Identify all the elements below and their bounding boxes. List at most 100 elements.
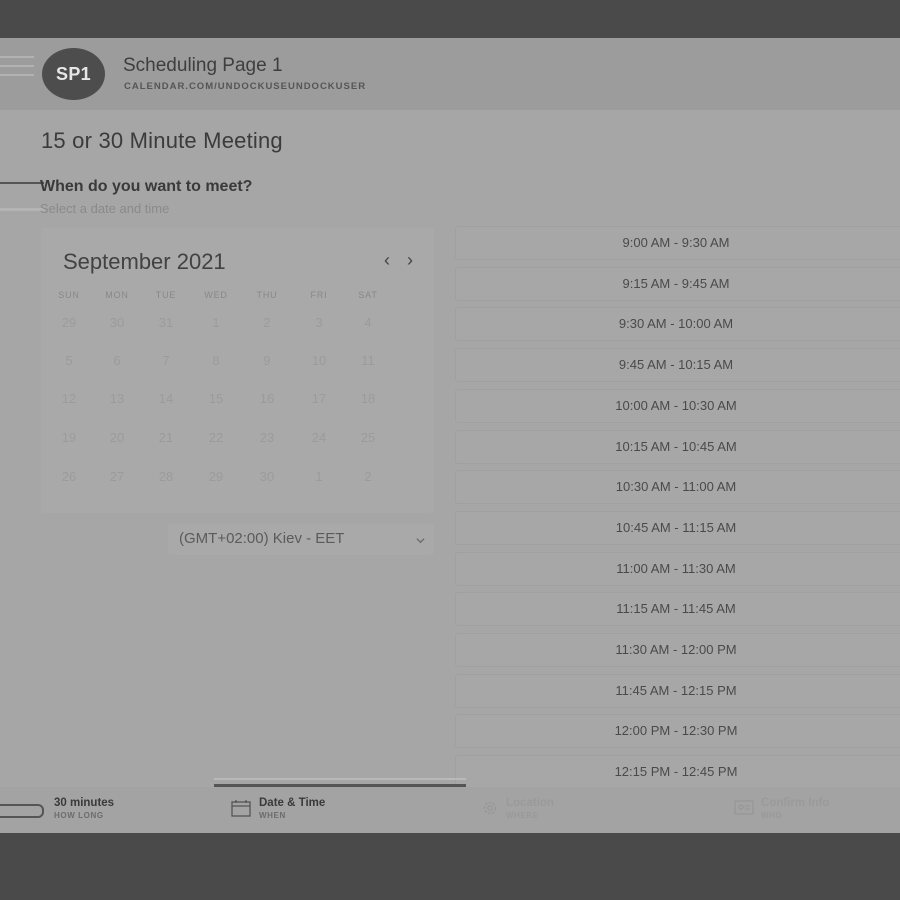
time-slot-label: 9:15 AM - 9:45 AM <box>622 275 730 291</box>
time-slot-button[interactable]: 12:15 PM - 12:45 PM <box>455 755 900 790</box>
weekday-header: MON <box>105 290 129 300</box>
scheduling-page-title: Scheduling Page 1 <box>123 55 283 76</box>
time-slot-button[interactable]: 10:30 AM - 11:00 AM <box>455 470 900 505</box>
step-label: Confirm Info <box>761 797 830 809</box>
gear-icon <box>483 801 497 815</box>
time-slot-button[interactable]: 9:45 AM - 10:15 AM <box>455 348 900 383</box>
calendar-day[interactable]: 29 <box>49 312 89 334</box>
calendar-day[interactable]: 22 <box>196 427 236 449</box>
calendar-day[interactable]: 15 <box>196 388 236 410</box>
weekday-header: SUN <box>58 290 80 300</box>
question-heading: When do you want to meet? <box>40 178 253 195</box>
calendar-day[interactable]: 23 <box>247 427 287 449</box>
time-slot-label: 10:30 AM - 11:00 AM <box>615 479 737 495</box>
time-slot-label: 9:45 AM - 10:15 AM <box>618 357 734 373</box>
calendar-day[interactable]: 30 <box>247 466 287 488</box>
calendar-icon <box>231 800 251 817</box>
time-slot-label: 10:15 AM - 10:45 AM <box>615 438 737 454</box>
timezone-label: (GMT+02:00) Kiev - EET <box>179 530 345 547</box>
time-slot-button[interactable]: 12:00 PM - 12:30 PM <box>455 714 900 749</box>
progress-divider <box>214 778 466 780</box>
page-header: SP1 Scheduling Page 1 CALENDAR.COM/UNDOC… <box>0 38 900 110</box>
calendar-day[interactable]: 8 <box>196 350 236 372</box>
calendar-day[interactable]: 1 <box>299 466 339 488</box>
timezone-select[interactable]: (GMT+02:00) Kiev - EET <box>168 524 434 555</box>
calendar-day[interactable]: 12 <box>49 388 89 410</box>
scheduling-page-url[interactable]: CALENDAR.COM/UNDOCKUSEUNDOCKUSER <box>124 81 366 92</box>
calendar-day[interactable]: 20 <box>97 427 137 449</box>
calendar-day[interactable]: 30 <box>97 312 137 334</box>
calendar-day[interactable]: 16 <box>247 388 287 410</box>
time-slot-button[interactable]: 11:15 AM - 11:45 AM <box>455 592 900 627</box>
calendar-day[interactable]: 26 <box>49 466 89 488</box>
time-slot-button[interactable]: 11:00 AM - 11:30 AM <box>455 551 900 586</box>
step-sublabel: WHERE <box>506 811 539 820</box>
calendar-day[interactable]: 7 <box>146 350 186 372</box>
time-slot-label: 11:15 AM - 11:45 AM <box>616 601 736 617</box>
calendar-day[interactable]: 28 <box>146 466 186 488</box>
avatar: SP1 <box>42 48 105 100</box>
calendar-day[interactable]: 29 <box>196 466 236 488</box>
calendar-month-label: September 2021 <box>63 249 226 274</box>
calendar-day[interactable]: 13 <box>97 388 137 410</box>
step-location[interactable]: Location WHERE <box>506 797 554 820</box>
time-slot-button[interactable]: 9:00 AM - 9:30 AM <box>455 226 900 260</box>
step-confirm-info[interactable]: Confirm Info WHO <box>761 797 829 820</box>
scheduling-page: SP1 Scheduling Page 1 CALENDAR.COM/UNDOC… <box>0 38 900 833</box>
step-label: 30 minutes <box>54 797 115 809</box>
time-slot-label: 12:00 PM - 12:30 PM <box>614 723 738 739</box>
calendar-day[interactable]: 18 <box>348 388 388 410</box>
calendar-day[interactable]: 1 <box>196 312 236 334</box>
calendar-day[interactable]: 19 <box>49 427 89 449</box>
decorative-line <box>0 182 44 184</box>
question-subtitle: Select a date and time <box>40 201 170 216</box>
weekday-header: THU <box>256 290 278 300</box>
calendar-day[interactable]: 25 <box>348 427 388 449</box>
weekday-header: SAT <box>358 290 378 300</box>
calendar-day[interactable]: 9 <box>247 350 287 372</box>
calendar-day[interactable]: 21 <box>146 427 186 449</box>
previous-month-button[interactable]: ‹ <box>378 250 396 270</box>
time-slot-button[interactable]: 10:45 AM - 11:15 AM <box>455 510 900 545</box>
next-month-button[interactable]: › <box>401 250 419 270</box>
step-date-time[interactable]: Date & Time WHEN <box>259 797 325 820</box>
time-slot-label: 10:00 AM - 10:30 AM <box>615 397 737 413</box>
time-slot-label: 10:45 AM - 11:15 AM <box>615 519 737 535</box>
time-slot-label: 11:30 AM - 12:00 PM <box>615 642 737 657</box>
calendar-day[interactable]: 17 <box>299 388 339 410</box>
time-slot-button[interactable]: 9:30 AM - 10:00 AM <box>455 307 900 342</box>
chevron-down-icon <box>416 538 425 544</box>
step-sublabel: WHEN <box>259 811 286 820</box>
time-slot-label: 12:15 PM - 12:45 PM <box>614 764 738 780</box>
step-label: Location <box>506 797 554 809</box>
calendar-day[interactable]: 10 <box>299 350 339 372</box>
id-card-icon <box>734 800 754 815</box>
calendar-day[interactable]: 24 <box>299 427 339 449</box>
calendar-day[interactable]: 14 <box>146 388 186 410</box>
calendar-day[interactable]: 4 <box>348 312 388 334</box>
decorative-line <box>0 208 44 211</box>
calendar-widget: September 2021 ‹ › SUN MON TUE WED THU FRI SAT… <box>41 228 434 513</box>
weekday-header: TUE <box>155 290 177 300</box>
time-slot-button[interactable]: 10:15 AM - 10:45 AM <box>455 429 900 464</box>
steps-footer: 30 minutes HOW LONG Date & Time WHEN Loc… <box>0 787 900 833</box>
calendar-day[interactable]: 6 <box>97 350 137 372</box>
calendar-day[interactable]: 31 <box>146 312 186 334</box>
calendar-day[interactable]: 11 <box>348 350 388 372</box>
time-slot-button[interactable]: 11:45 AM - 12:15 PM <box>455 673 900 708</box>
weekday-header: WED <box>204 290 228 300</box>
meeting-title: 15 or 30 Minute Meeting <box>41 128 283 153</box>
menu-lines-icon <box>0 56 36 96</box>
calendar-day[interactable]: 27 <box>97 466 137 488</box>
weekday-header: FRI <box>310 290 328 300</box>
time-slot-button[interactable]: 9:15 AM - 9:45 AM <box>455 266 900 301</box>
calendar-day[interactable]: 2 <box>348 466 388 488</box>
step-sublabel: WHO <box>761 811 783 820</box>
time-slot-label: 11:45 AM - 12:15 PM <box>615 682 737 698</box>
calendar-day[interactable]: 3 <box>299 312 339 334</box>
calendar-day[interactable]: 5 <box>49 350 89 372</box>
step-how-long[interactable]: 30 minutes HOW LONG <box>54 797 114 820</box>
time-slot-button[interactable]: 11:30 AM - 12:00 PM <box>455 633 900 667</box>
time-slot-button[interactable]: 10:00 AM - 10:30 AM <box>455 388 900 423</box>
calendar-day[interactable]: 2 <box>247 312 287 334</box>
